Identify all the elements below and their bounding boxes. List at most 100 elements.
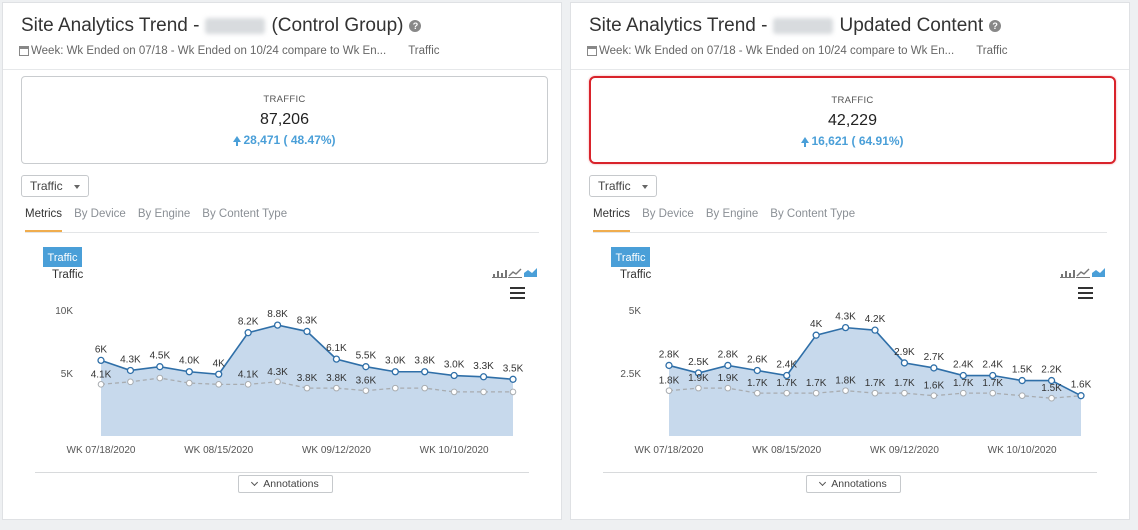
data-label-prior: 1.7K <box>747 378 768 389</box>
kpi-change-text: 28,471 ( 48.47%) <box>243 133 336 147</box>
arrow-up-icon <box>801 137 810 147</box>
data-label: 2.4K <box>953 360 974 371</box>
data-label: 2.2K <box>1041 365 1062 376</box>
series-prior-point <box>842 387 849 394</box>
metric-select[interactable]: Traffic <box>589 175 657 197</box>
title-suffix: Updated Content <box>839 15 984 36</box>
series-current-point <box>479 373 488 381</box>
annotations-label: Annotations <box>831 478 887 490</box>
series-current-point <box>509 375 517 383</box>
chart-type-icons <box>492 268 537 278</box>
y-tick-label: 10K <box>55 306 73 317</box>
series-prior-point <box>185 379 193 387</box>
divider <box>571 69 1129 70</box>
tab-metrics[interactable]: Metrics <box>593 206 631 232</box>
series-current-point <box>362 363 370 371</box>
data-label: 3.0K <box>444 360 465 371</box>
metric-tag: Traffic <box>976 45 1008 57</box>
kpi-card[interactable]: TRAFFIC 87,206 28,471 ( 48.47%) <box>21 76 548 164</box>
bar-icon-bar <box>505 270 507 277</box>
series-current-point <box>244 329 252 337</box>
data-label: 8.8K <box>267 309 288 320</box>
panel-title: Site Analytics Trend - Updated Content ? <box>589 15 1002 37</box>
x-tick-label: WK 10/10/2020 <box>988 445 1057 456</box>
series-current-point <box>841 323 850 332</box>
series-prior-point <box>333 384 340 392</box>
tab-by-content-type[interactable]: By Content Type <box>770 206 855 232</box>
tab-by-engine[interactable]: By Engine <box>706 206 758 232</box>
kpi-change: 16,621 ( 64.91%) <box>591 134 1114 148</box>
data-label-prior: 3.8K <box>297 373 318 384</box>
series-prior-point <box>244 381 252 388</box>
data-label: 3.3K <box>473 361 494 372</box>
kpi-value: 87,206 <box>260 111 309 128</box>
chevron-down-icon <box>74 185 80 189</box>
tab-bar: Metrics By Device By Engine By Content T… <box>593 206 1107 233</box>
series-prior-point <box>480 388 487 396</box>
kpi-card[interactable]: TRAFFIC 42,229 16,621 ( 64.91%) <box>589 76 1116 164</box>
data-label: 2.7K <box>924 352 945 363</box>
annotations-label: Annotations <box>263 478 319 490</box>
line-chart-icon <box>508 268 522 278</box>
annotations-button[interactable]: Annotations <box>238 475 333 493</box>
data-label: 4.5K <box>150 351 171 362</box>
series-current-point <box>930 364 938 372</box>
kpi-change-text: 16,621 ( 64.91%) <box>811 134 904 148</box>
x-tick-label: WK 07/18/2020 <box>635 445 704 456</box>
bar-chart-icon <box>1060 270 1075 278</box>
data-label: 1.5K <box>1012 365 1033 376</box>
series-prior-point <box>421 384 429 392</box>
series-current-point <box>156 363 164 371</box>
chart-type-icons <box>1060 268 1105 278</box>
legend-badge-text: Traffic <box>48 252 78 264</box>
kpi-value: 42,229 <box>828 112 877 129</box>
tab-by-content-type[interactable]: By Content Type <box>202 206 287 232</box>
data-label: 2.5K <box>688 357 709 368</box>
line-chart-icon <box>1076 268 1090 278</box>
series-prior-point <box>665 387 673 394</box>
series-prior-point <box>127 378 134 386</box>
series-prior-point <box>783 389 791 397</box>
series-current-point <box>421 368 429 376</box>
panel-control-group: Site Analytics Trend - (Control Group) ?… <box>2 2 562 520</box>
bar-icon-bar <box>497 271 499 277</box>
redacted-name <box>773 18 834 34</box>
series-current-point <box>724 361 732 370</box>
data-label-prior: 3.8K <box>326 373 347 384</box>
date-range: Week: Wk Ended on 07/18 - Wk Ended on 10… <box>31 45 387 57</box>
x-tick-label: WK 08/15/2020 <box>184 445 253 456</box>
help-icon[interactable]: ? <box>409 20 422 32</box>
series-current-point <box>900 359 909 367</box>
title-suffix: (Control Group) <box>271 15 404 36</box>
series-prior-point <box>215 381 223 388</box>
tab-by-engine[interactable]: By Engine <box>138 206 190 232</box>
annotations-button[interactable]: Annotations <box>806 475 901 493</box>
menu-icon-bar <box>1078 292 1093 294</box>
tab-metrics[interactable]: Metrics <box>25 206 63 232</box>
menu-icon-bar <box>510 297 525 299</box>
help-icon[interactable]: ? <box>989 20 1002 32</box>
data-label-prior: 1.6K <box>924 381 945 392</box>
tab-by-device[interactable]: By Device <box>74 206 126 232</box>
kpi-label: TRAFFIC <box>263 94 306 105</box>
data-label-prior: 4.1K <box>238 369 259 380</box>
data-label: 5.5K <box>356 351 377 362</box>
metric-tag: Traffic <box>408 45 440 57</box>
series-current-point <box>332 355 341 363</box>
tab-by-device[interactable]: By Device <box>642 206 694 232</box>
data-label: 4.3K <box>835 312 856 323</box>
metric-select[interactable]: Traffic <box>21 175 89 197</box>
title-prefix: Site Analytics Trend - <box>589 15 768 36</box>
chart-title: Traffic <box>52 269 84 281</box>
arrow-up-icon <box>233 136 242 146</box>
line-icon-line <box>1076 268 1090 277</box>
menu-icon-bar <box>510 292 525 294</box>
data-label-prior: 4.3K <box>267 367 288 378</box>
series-prior-point <box>509 388 517 396</box>
series-current-point <box>871 326 879 334</box>
series-current-point <box>273 321 282 329</box>
series-current-point <box>215 370 223 378</box>
bar-chart-icon <box>492 270 507 278</box>
data-label: 2.4K <box>982 360 1003 371</box>
data-label-prior: 1.7K <box>953 378 974 389</box>
